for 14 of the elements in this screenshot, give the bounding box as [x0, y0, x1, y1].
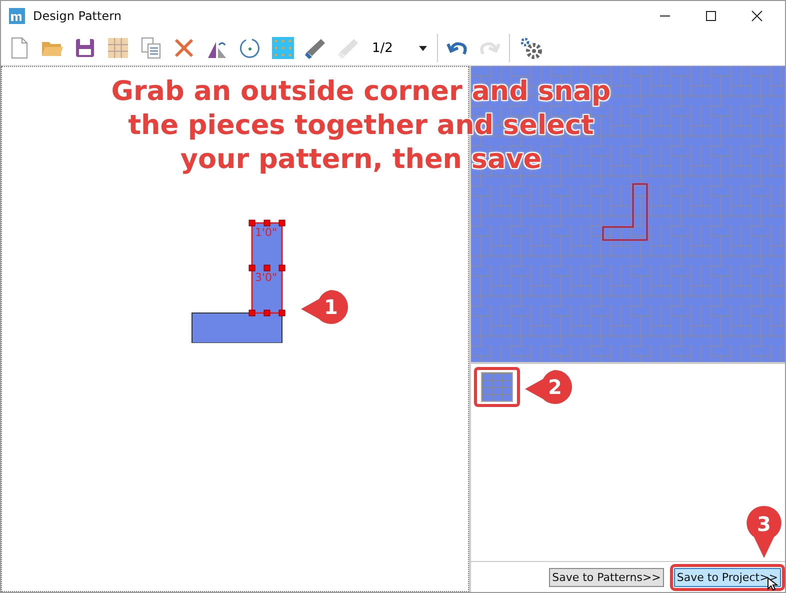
window-title: Design Pattern [33, 9, 122, 23]
callout-badge: 3 [744, 504, 784, 560]
callout-badge: 2 [523, 367, 573, 407]
dimension-label: 1'0" [255, 226, 278, 239]
callout-badge: 1 [299, 287, 349, 327]
app-logo-icon [9, 8, 25, 24]
dropdown-caret-icon[interactable] [418, 46, 427, 50]
close-icon[interactable] [751, 10, 763, 22]
maximize-icon[interactable] [705, 10, 717, 22]
dimension-label: 3'0" [255, 272, 278, 284]
save-button[interactable]: Save to Patterns>> [549, 568, 664, 586]
page-dropdown[interactable]: 1/2 [368, 40, 432, 56]
selected-tile-outline [602, 183, 648, 241]
pattern-thumbnail[interactable] [474, 367, 520, 407]
